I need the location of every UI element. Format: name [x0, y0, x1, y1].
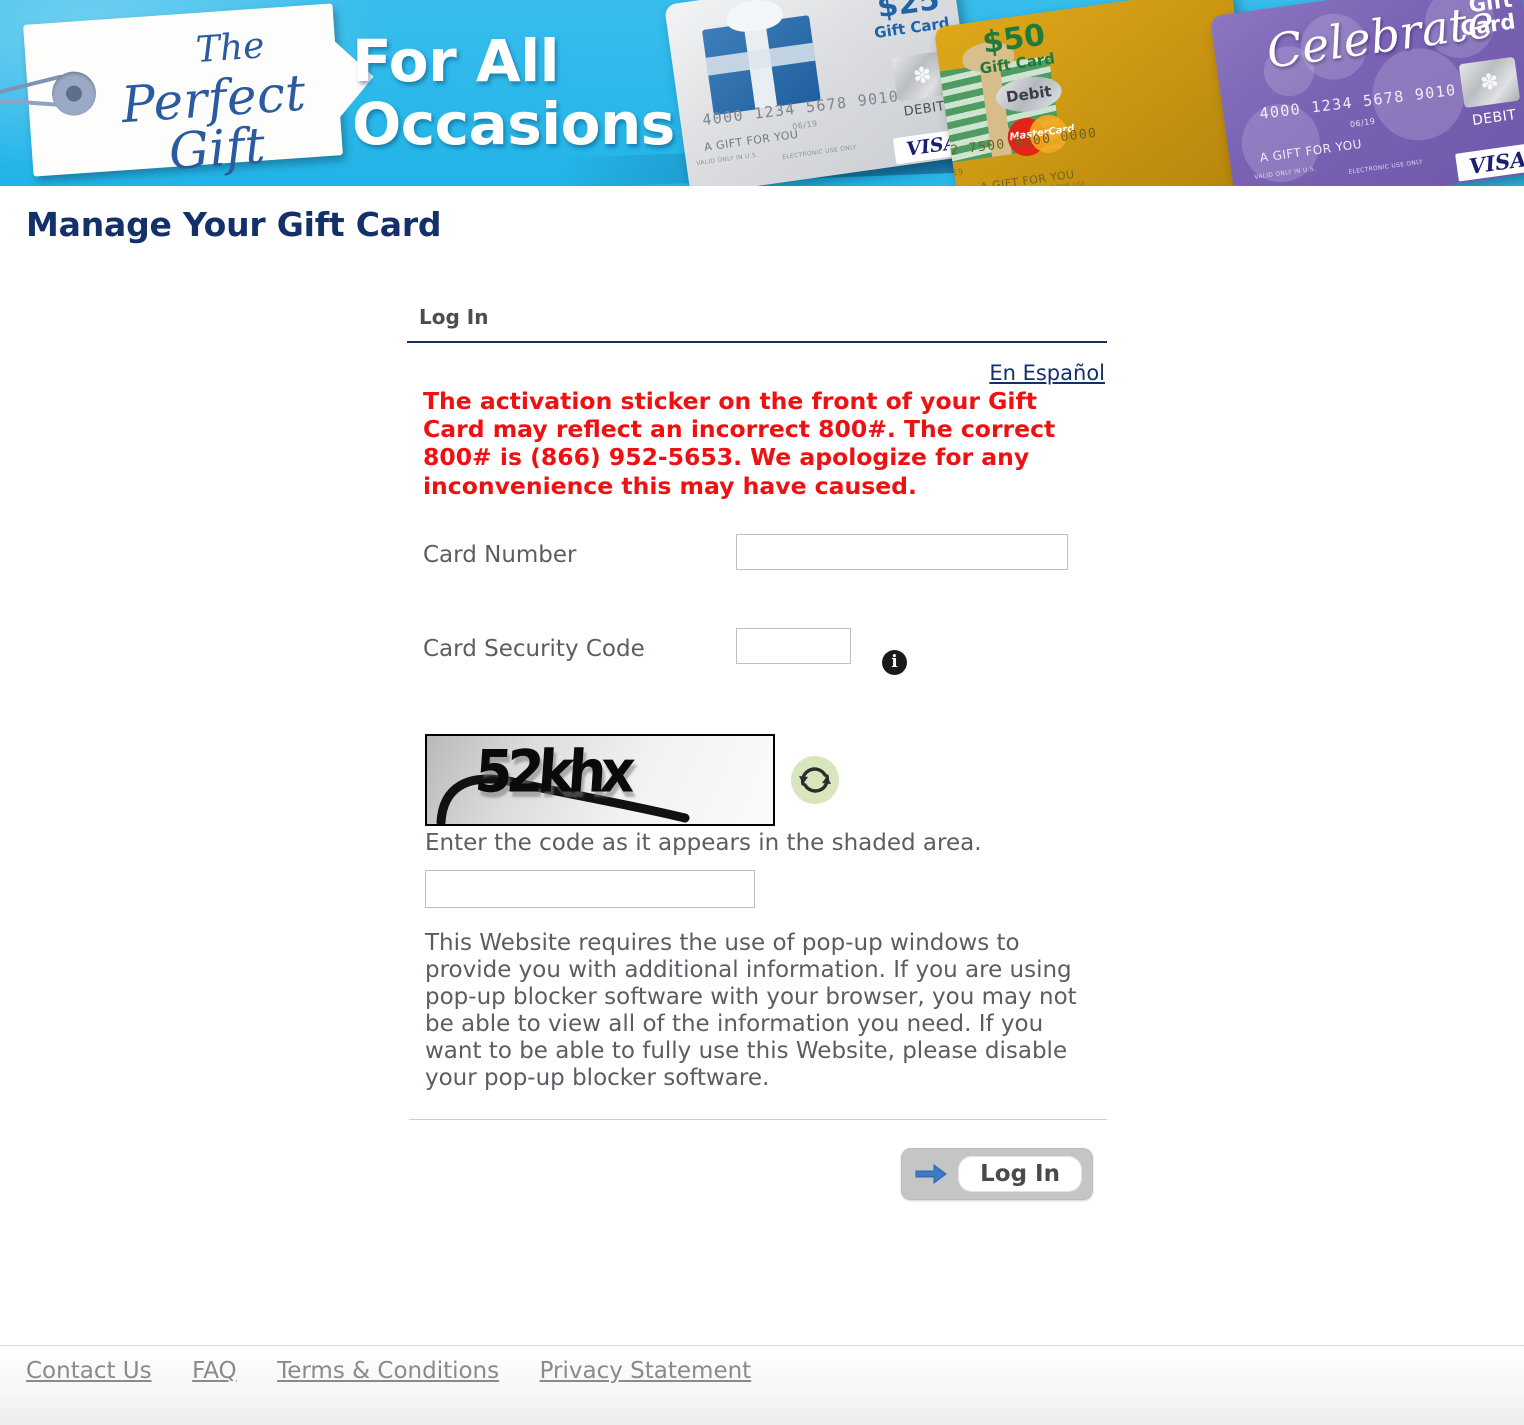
celebrate-hologram: ✽: [1458, 56, 1521, 109]
celebrate-corner-label: Gift Card: [1456, 0, 1517, 41]
promo-banner: The Perfect Gift For All Occasions $25 G…: [0, 0, 1524, 186]
footer-links: Contact Us FAQ Terms & Conditions Privac…: [26, 1358, 787, 1384]
card-number-label: Card Number: [423, 541, 577, 568]
footer-link-faq[interactable]: FAQ: [192, 1358, 237, 1384]
tag-grommet-hole-icon: [65, 85, 83, 103]
refresh-arrows-glyph: [799, 767, 831, 793]
captcha-hint-text: Enter the code as it appears in the shad…: [425, 829, 982, 856]
popup-blocker-note: This Website requires the use of pop-up …: [425, 929, 1077, 1092]
celebrate-corner-label-line2: Card: [1459, 9, 1517, 41]
captcha-image: 52khx: [425, 733, 775, 826]
card-number-row: Card Number: [423, 533, 1107, 628]
page-footer: Contact Us FAQ Terms & Conditions Privac…: [0, 1345, 1524, 1425]
card-25-valid-only: VALID ONLY IN U.S.: [695, 151, 759, 168]
log-in-button[interactable]: Log In: [901, 1147, 1093, 1200]
logo-line-2: Perfect Gift: [119, 63, 308, 182]
arrow-right-icon: [915, 1163, 947, 1184]
headline-line-1: For All: [352, 27, 560, 95]
celebrate-visa-badge: VISA: [1455, 142, 1524, 182]
tab-log-in[interactable]: Log In: [407, 305, 1107, 341]
celebrate-expiry: 06/19: [1349, 116, 1376, 130]
page-title: Manage Your Gift Card: [26, 205, 442, 244]
tag-grommet-icon: [50, 70, 98, 118]
card-security-code-row: Card Security Code i: [423, 627, 1107, 724]
card-security-code-input[interactable]: [736, 627, 851, 664]
card-50-amount: $50 Gift Card: [974, 18, 1056, 78]
headline-line-2: Occasions: [352, 89, 675, 158]
captcha-block: 52khx Enter the code as it appears in th…: [425, 733, 1107, 908]
card-security-code-label: Card Security Code: [423, 635, 645, 662]
login-button-row: Log In: [407, 1147, 1107, 1200]
celebrate-debit-label: DEBIT: [1471, 107, 1518, 130]
login-panel: Log In En Español The activation sticker…: [407, 305, 1107, 1200]
captcha-input[interactable]: [425, 869, 755, 908]
footer-link-terms-conditions[interactable]: Terms & Conditions: [277, 1358, 499, 1384]
activation-sticker-alert: The activation sticker on the front of y…: [423, 387, 1056, 500]
card-25-debit-label: DEBIT: [902, 99, 946, 120]
gift-card-50-mastercard: $50 Gift Card Debit MasterCard 5412 7500…: [933, 0, 1259, 186]
gift-card-25-visa: $25 Gift Card ✽ 4000 1234 5678 9010 06/1…: [664, 0, 978, 186]
captcha-code-text: 52khx: [472, 737, 632, 806]
language-link-row: En Español: [407, 361, 1107, 385]
card-25-electronic-use: ELECTRONIC USE ONLY: [781, 143, 858, 162]
tab-underline-rule: [407, 341, 1107, 343]
celebrate-dove-hologram-icon: ✽: [1478, 68, 1501, 96]
logo-text: The Perfect Gift: [98, 24, 329, 181]
celebrate-electronic-use: ELECTRONIC USE ONLY: [1348, 158, 1424, 176]
log-in-button-label: Log In: [958, 1155, 1082, 1192]
en-espanol-link[interactable]: En Español: [989, 361, 1105, 385]
card-number-input[interactable]: [736, 533, 1068, 570]
gift-card-celebrate-visa: Celebrate Gift Card ✽ 4000 1234 5678 901…: [1209, 0, 1524, 186]
dove-hologram-icon: ✽: [911, 61, 934, 90]
perfect-gift-logo-tag: The Perfect Gift: [0, 3, 343, 181]
form-divider-rule: [409, 1118, 1107, 1120]
info-icon[interactable]: i: [882, 649, 907, 675]
banner-headline: For All Occasions: [352, 30, 675, 155]
footer-link-privacy-statement[interactable]: Privacy Statement: [540, 1358, 752, 1384]
refresh-icon[interactable]: [791, 755, 839, 804]
card-25-gift-for-you: A GIFT FOR YOU: [703, 127, 800, 154]
footer-link-contact-us[interactable]: Contact Us: [26, 1358, 152, 1384]
